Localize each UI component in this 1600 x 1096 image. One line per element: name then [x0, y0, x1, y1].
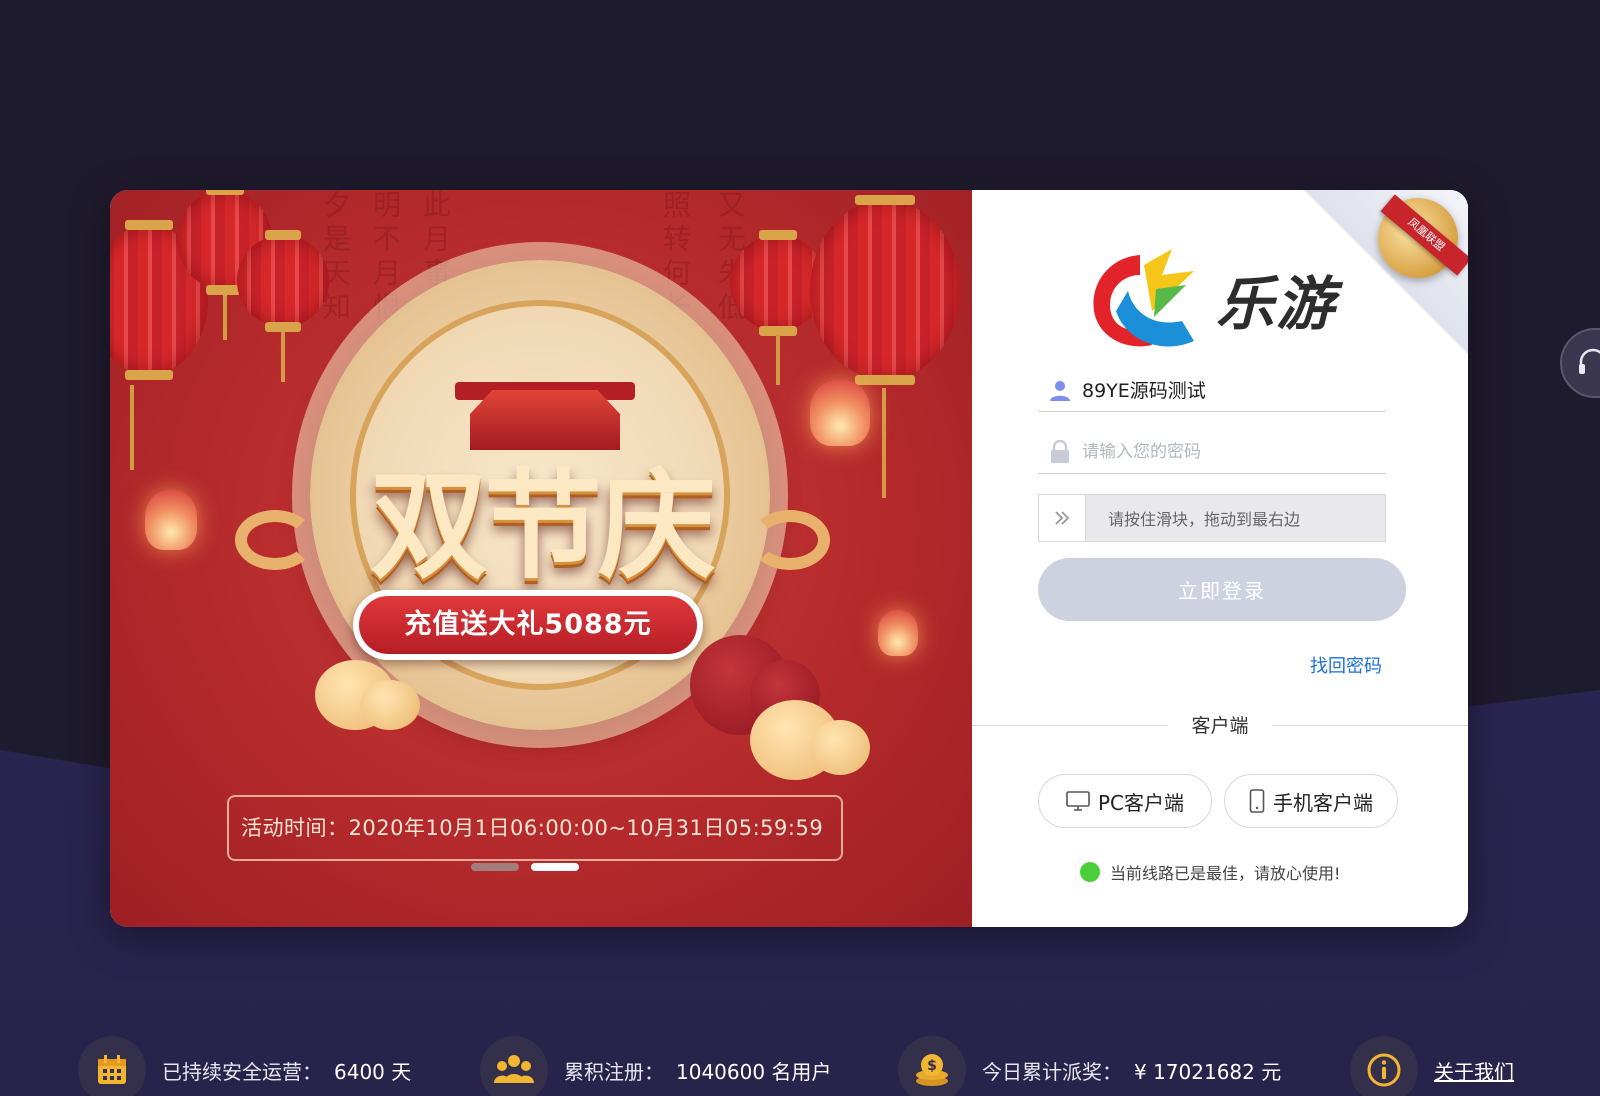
uptime-label: 已持续安全运营：: [162, 1059, 322, 1084]
about-us-link[interactable]: 关于我们: [1434, 1056, 1514, 1085]
lantern-tassel: [281, 332, 285, 382]
user-icon: [1038, 378, 1082, 402]
background-calligraphy: 明不月恨: [369, 190, 402, 326]
register-value: 1040600 名用户: [676, 1059, 832, 1084]
stat-registrations: 累积注册： 1040600 名用户: [480, 1036, 831, 1096]
info-icon: [1350, 1036, 1418, 1096]
password-field[interactable]: [1038, 430, 1386, 474]
carousel-dot-active[interactable]: [531, 863, 579, 871]
lock-icon: [1038, 439, 1082, 464]
calendar-icon: [78, 1036, 146, 1096]
sky-lantern: [145, 490, 197, 550]
connection-status: 当前线路已是最佳，请放心使用!: [1080, 860, 1340, 884]
login-panel: 凤凰联盟 乐游 89YE源码测试 请按住滑块，拖动到最右边 立即登录 找回密码 …: [972, 190, 1468, 927]
forgot-password-link[interactable]: 找回密码: [1310, 652, 1382, 678]
logo: 乐游: [1082, 245, 1336, 353]
swirl-ornament: [235, 510, 315, 570]
slider-captcha[interactable]: 请按住滑块，拖动到最右边: [1038, 494, 1386, 542]
carousel-dots: [471, 863, 579, 871]
slider-hint: 请按住滑块，拖动到最右边: [1108, 510, 1301, 529]
phone-icon: [1249, 789, 1265, 813]
lantern-tassel: [130, 385, 134, 470]
stat-about: 关于我们: [1350, 1036, 1514, 1096]
cloud: [360, 680, 420, 730]
pc-client-label: PC客户端: [1097, 790, 1185, 815]
lantern-tassel: [882, 388, 886, 498]
mobile-client-button[interactable]: 手机客户端: [1224, 774, 1398, 828]
users-icon: [480, 1036, 548, 1096]
pc-client-button[interactable]: PC客户端: [1038, 774, 1212, 828]
lantern-tassel: [223, 295, 227, 340]
customer-support-tab[interactable]: [1560, 328, 1600, 398]
stat-uptime: 已持续安全运营： 6400 天: [78, 1036, 411, 1096]
promo-text: 充值送大礼5088元: [359, 596, 697, 654]
sky-lantern: [810, 380, 870, 446]
register-label: 累积注册：: [564, 1059, 664, 1084]
login-button[interactable]: 立即登录: [1038, 558, 1406, 621]
mobile-client-label: 手机客户端: [1273, 790, 1373, 815]
event-time: 活动时间：2020年10月1日06:00:00~10月31日05:59:59: [227, 795, 843, 861]
coins-icon: $: [898, 1036, 966, 1096]
logo-text: 乐游: [1216, 270, 1337, 338]
banner-title: 双节庆: [369, 456, 716, 595]
username-field[interactable]: 89YE源码测试: [1038, 368, 1386, 412]
svg-text:$: $: [927, 1058, 937, 1074]
promo-banner[interactable]: 夕是天知 明不月恨 此月事何 照转何长 又无朱低 双节庆 充值送大礼5088元: [110, 190, 972, 927]
headset-icon: [1579, 348, 1600, 374]
double-chevron-right-icon: [1055, 511, 1070, 525]
status-dot-icon: [1080, 862, 1100, 882]
login-card: 夕是天知 明不月恨 此月事何 照转何长 又无朱低 双节庆 充值送大礼5088元: [110, 190, 1468, 927]
password-input[interactable]: [1082, 441, 1386, 462]
stat-payout: $ 今日累计派奖： ¥ 17021682 元: [898, 1036, 1281, 1096]
username-value[interactable]: 89YE源码测试: [1082, 376, 1206, 403]
lantern: [237, 230, 329, 332]
promo-pill: 充值送大礼5088元: [353, 590, 703, 660]
monitor-icon: [1066, 791, 1090, 811]
lantern-tassel: [776, 335, 780, 385]
sky-lantern: [878, 610, 918, 656]
client-divider-label: 客户端: [1168, 711, 1272, 738]
uptime-value: 6400 天: [334, 1059, 412, 1084]
carousel-dot[interactable]: [471, 863, 519, 871]
cloud: [810, 720, 870, 775]
slider-handle[interactable]: [1038, 494, 1086, 542]
stats-bar: 已持续安全运营： 6400 天 累积注册： 1040600 名用户 $ 今日累计…: [0, 1036, 1600, 1096]
payout-label: 今日累计派奖：: [982, 1059, 1122, 1084]
lantern: [810, 195, 960, 385]
logo-mark-icon: [1093, 249, 1194, 347]
payout-value: ¥ 17021682 元: [1134, 1059, 1282, 1084]
status-text: 当前线路已是最佳，请放心使用!: [1110, 864, 1341, 883]
